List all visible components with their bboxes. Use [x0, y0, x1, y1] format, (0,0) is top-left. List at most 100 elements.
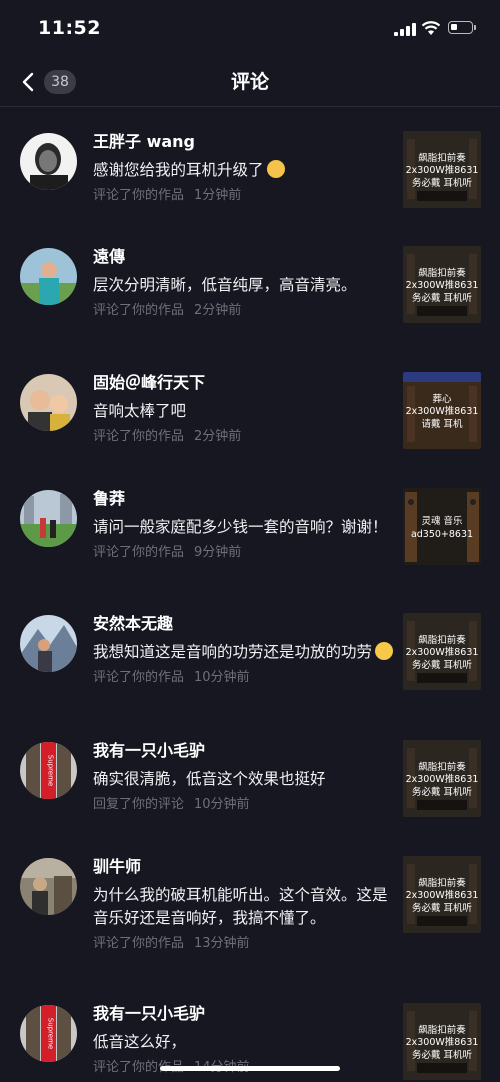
comment-text: 请问一般家庭配多少钱一套的音响？谢谢！ [93, 518, 388, 536]
comment-meta: 回复了你的评论 10分钟前 [93, 796, 393, 814]
thumbnail-caption: 务必戴 耳机听 [411, 787, 473, 798]
battery-icon [448, 21, 473, 34]
meta-time: 1分钟前 [194, 188, 242, 203]
meta-time: 10分钟前 [194, 670, 250, 685]
signal-icon [394, 23, 416, 36]
comment-username[interactable]: 安然本无趣 [93, 613, 393, 635]
thumbnail-caption: 2x300W推8631 [405, 890, 479, 901]
status-bar: 11:52 [0, 0, 500, 58]
video-thumbnail[interactable]: 灵魂 音乐 ad350+8631 [403, 488, 481, 565]
comment-meta: 评论了你的作品 9分钟前 [93, 544, 393, 562]
thumbnail-caption: 飙脂扣前奏 [418, 762, 466, 773]
meta-time: 10分钟前 [194, 797, 250, 812]
thumbnail-caption: 飙脂扣前奏 [418, 635, 466, 646]
avatar[interactable] [20, 248, 77, 305]
comment-body: 驯牛师 为什么我的破耳机能听出。这个音效。这是音乐好还是音响好，我搞不懂了。 评… [93, 856, 393, 953]
video-thumbnail[interactable]: 飙脂扣前奏 2x300W推8631 务必戴 耳机听 [403, 613, 481, 690]
supreme-logo-text: Supreme [47, 1018, 55, 1049]
comment-text: 感谢您给我的耳机升级了 [93, 159, 393, 182]
thumbnail-caption: 灵魂 音乐 [421, 516, 463, 527]
comment-text: 为什么我的破耳机能听出。这个音效。这是音乐好还是音响好，我搞不懂了。 [93, 886, 388, 927]
comment-text: 低音这么好， [93, 1033, 187, 1051]
video-thumbnail[interactable]: 飙脂扣前奏 2x300W推8631 务必戴 耳机听 [403, 856, 481, 933]
status-time: 11:52 [38, 17, 101, 39]
thumbnail-caption: 2x300W推8631 [405, 165, 479, 176]
comment-meta: 评论了你的作品 13分钟前 [93, 935, 393, 953]
comment-username[interactable]: 固始＠峰行天下 [93, 372, 393, 394]
comment-text: 音响太棒了吧 [93, 402, 187, 420]
avatar[interactable] [20, 615, 77, 672]
comment-username[interactable]: 我有一只小毛驴 [93, 1003, 393, 1025]
thumbnail-caption: 请戴 耳机 [421, 419, 463, 430]
thumbnail-caption: 务必戴 耳机听 [411, 660, 473, 671]
thumbnail-caption: 2x300W推8631 [405, 1037, 479, 1048]
video-thumbnail[interactable]: 飙脂扣前奏 2x300W推8631 务必戴 耳机听 [403, 740, 481, 817]
comment-meta: 评论了你的作品 1分钟前 [93, 187, 393, 205]
screen: 11:52 评论 38 王胖子 wang 感谢您给我的耳机升级了 评论了你的作品… [0, 0, 500, 1082]
comment-meta: 评论了你的作品 10分钟前 [93, 669, 393, 687]
meta-action: 评论了你的作品 [93, 545, 185, 560]
thumbnail-caption: 务必戴 耳机听 [411, 178, 473, 189]
thumbnail-caption: 葬心 [432, 394, 452, 405]
avatar[interactable]: Supreme [20, 742, 77, 799]
comment-body: 我有一只小毛驴 确实很清脆，低音这个效果也挺好 回复了你的评论 10分钟前 [93, 740, 393, 814]
meta-time: 9分钟前 [194, 545, 242, 560]
comment-body: 安然本无趣 我想知道这是音响的功劳还是功放的功劳 评论了你的作品 10分钟前 [93, 613, 394, 687]
comment-body: 鲁莽 请问一般家庭配多少钱一套的音响？谢谢！ 评论了你的作品 9分钟前 [93, 488, 393, 562]
thumbnail-caption: ad350+8631 [410, 529, 474, 540]
nav-bar: 评论 38 [0, 58, 500, 107]
wifi-icon [421, 21, 441, 35]
comment-body: 王胖子 wang 感谢您给我的耳机升级了 评论了你的作品 1分钟前 [93, 131, 393, 205]
comment-username[interactable]: 王胖子 wang [93, 131, 393, 153]
comment-username[interactable]: 驯牛师 [93, 856, 393, 878]
avatar[interactable] [20, 490, 77, 547]
avatar[interactable] [20, 374, 77, 431]
thumbnail-caption: 2x300W推8631 [405, 406, 479, 417]
thumbnail-caption: 飙脂扣前奏 [418, 878, 466, 889]
meta-action: 评论了你的作品 [93, 429, 185, 444]
avatar[interactable] [20, 858, 77, 915]
comment-text-content: 感谢您给我的耳机升级了 [93, 161, 264, 179]
comment-count-badge: 38 [44, 70, 76, 94]
comment-text-content: 我想知道这是音响的功劳还是功放的功劳 [93, 643, 373, 661]
laughing-face-icon [375, 642, 394, 660]
battery-tip [474, 25, 476, 30]
thumbnail-caption: 务必戴 耳机听 [411, 293, 473, 304]
comment-text: 确实很清脆，低音这个效果也挺好 [93, 770, 326, 788]
home-indicator[interactable] [160, 1066, 340, 1071]
meta-action: 评论了你的作品 [93, 188, 185, 203]
back-button[interactable]: 38 [18, 66, 88, 98]
supreme-logo-text: Supreme [47, 755, 55, 786]
chevron-left-icon [22, 72, 34, 92]
avatar[interactable] [20, 133, 77, 190]
video-thumbnail[interactable]: 飙脂扣前奏 2x300W推8631 务必戴 耳机听 [403, 1003, 481, 1080]
meta-action: 评论了你的作品 [93, 303, 185, 318]
comment-text: 层次分明清晰，低音纯厚，高音清亮。 [93, 276, 357, 294]
meta-action: 评论了你的作品 [93, 936, 185, 951]
thinking-face-icon [266, 160, 285, 178]
thumbnail-caption: 务必戴 耳机听 [411, 903, 473, 914]
comment-body: 遠傳 层次分明清晰，低音纯厚，高音清亮。 评论了你的作品 2分钟前 [93, 246, 393, 320]
comment-meta: 评论了你的作品 2分钟前 [93, 428, 393, 446]
meta-action: 评论了你的作品 [93, 670, 185, 685]
thumbnail-caption: 2x300W推8631 [405, 280, 479, 291]
comment-meta: 评论了你的作品 2分钟前 [93, 302, 393, 320]
comment-body: 固始＠峰行天下 音响太棒了吧 评论了你的作品 2分钟前 [93, 372, 393, 446]
avatar[interactable]: Supreme [20, 1005, 77, 1062]
comment-username[interactable]: 我有一只小毛驴 [93, 740, 393, 762]
meta-action: 回复了你的评论 [93, 797, 185, 812]
thumbnail-caption: 2x300W推8631 [405, 647, 479, 658]
comment-text: 我想知道这是音响的功劳还是功放的功劳 [93, 641, 394, 664]
thumbnail-caption: 飙脂扣前奏 [418, 268, 466, 279]
thumbnail-caption: 飙脂扣前奏 [418, 1025, 466, 1036]
meta-time: 2分钟前 [194, 429, 242, 444]
video-thumbnail[interactable]: 飙脂扣前奏 2x300W推8631 务必戴 耳机听 [403, 131, 481, 208]
video-thumbnail[interactable]: 葬心 2x300W推8631 请戴 耳机 [403, 372, 481, 449]
thumbnail-caption: 2x300W推8631 [405, 774, 479, 785]
video-thumbnail[interactable]: 飙脂扣前奏 2x300W推8631 务必戴 耳机听 [403, 246, 481, 323]
thumbnail-caption: 飙脂扣前奏 [418, 153, 466, 164]
meta-time: 2分钟前 [194, 303, 242, 318]
comment-username[interactable]: 鲁莽 [93, 488, 393, 510]
meta-time: 13分钟前 [194, 936, 250, 951]
comment-username[interactable]: 遠傳 [93, 246, 393, 268]
